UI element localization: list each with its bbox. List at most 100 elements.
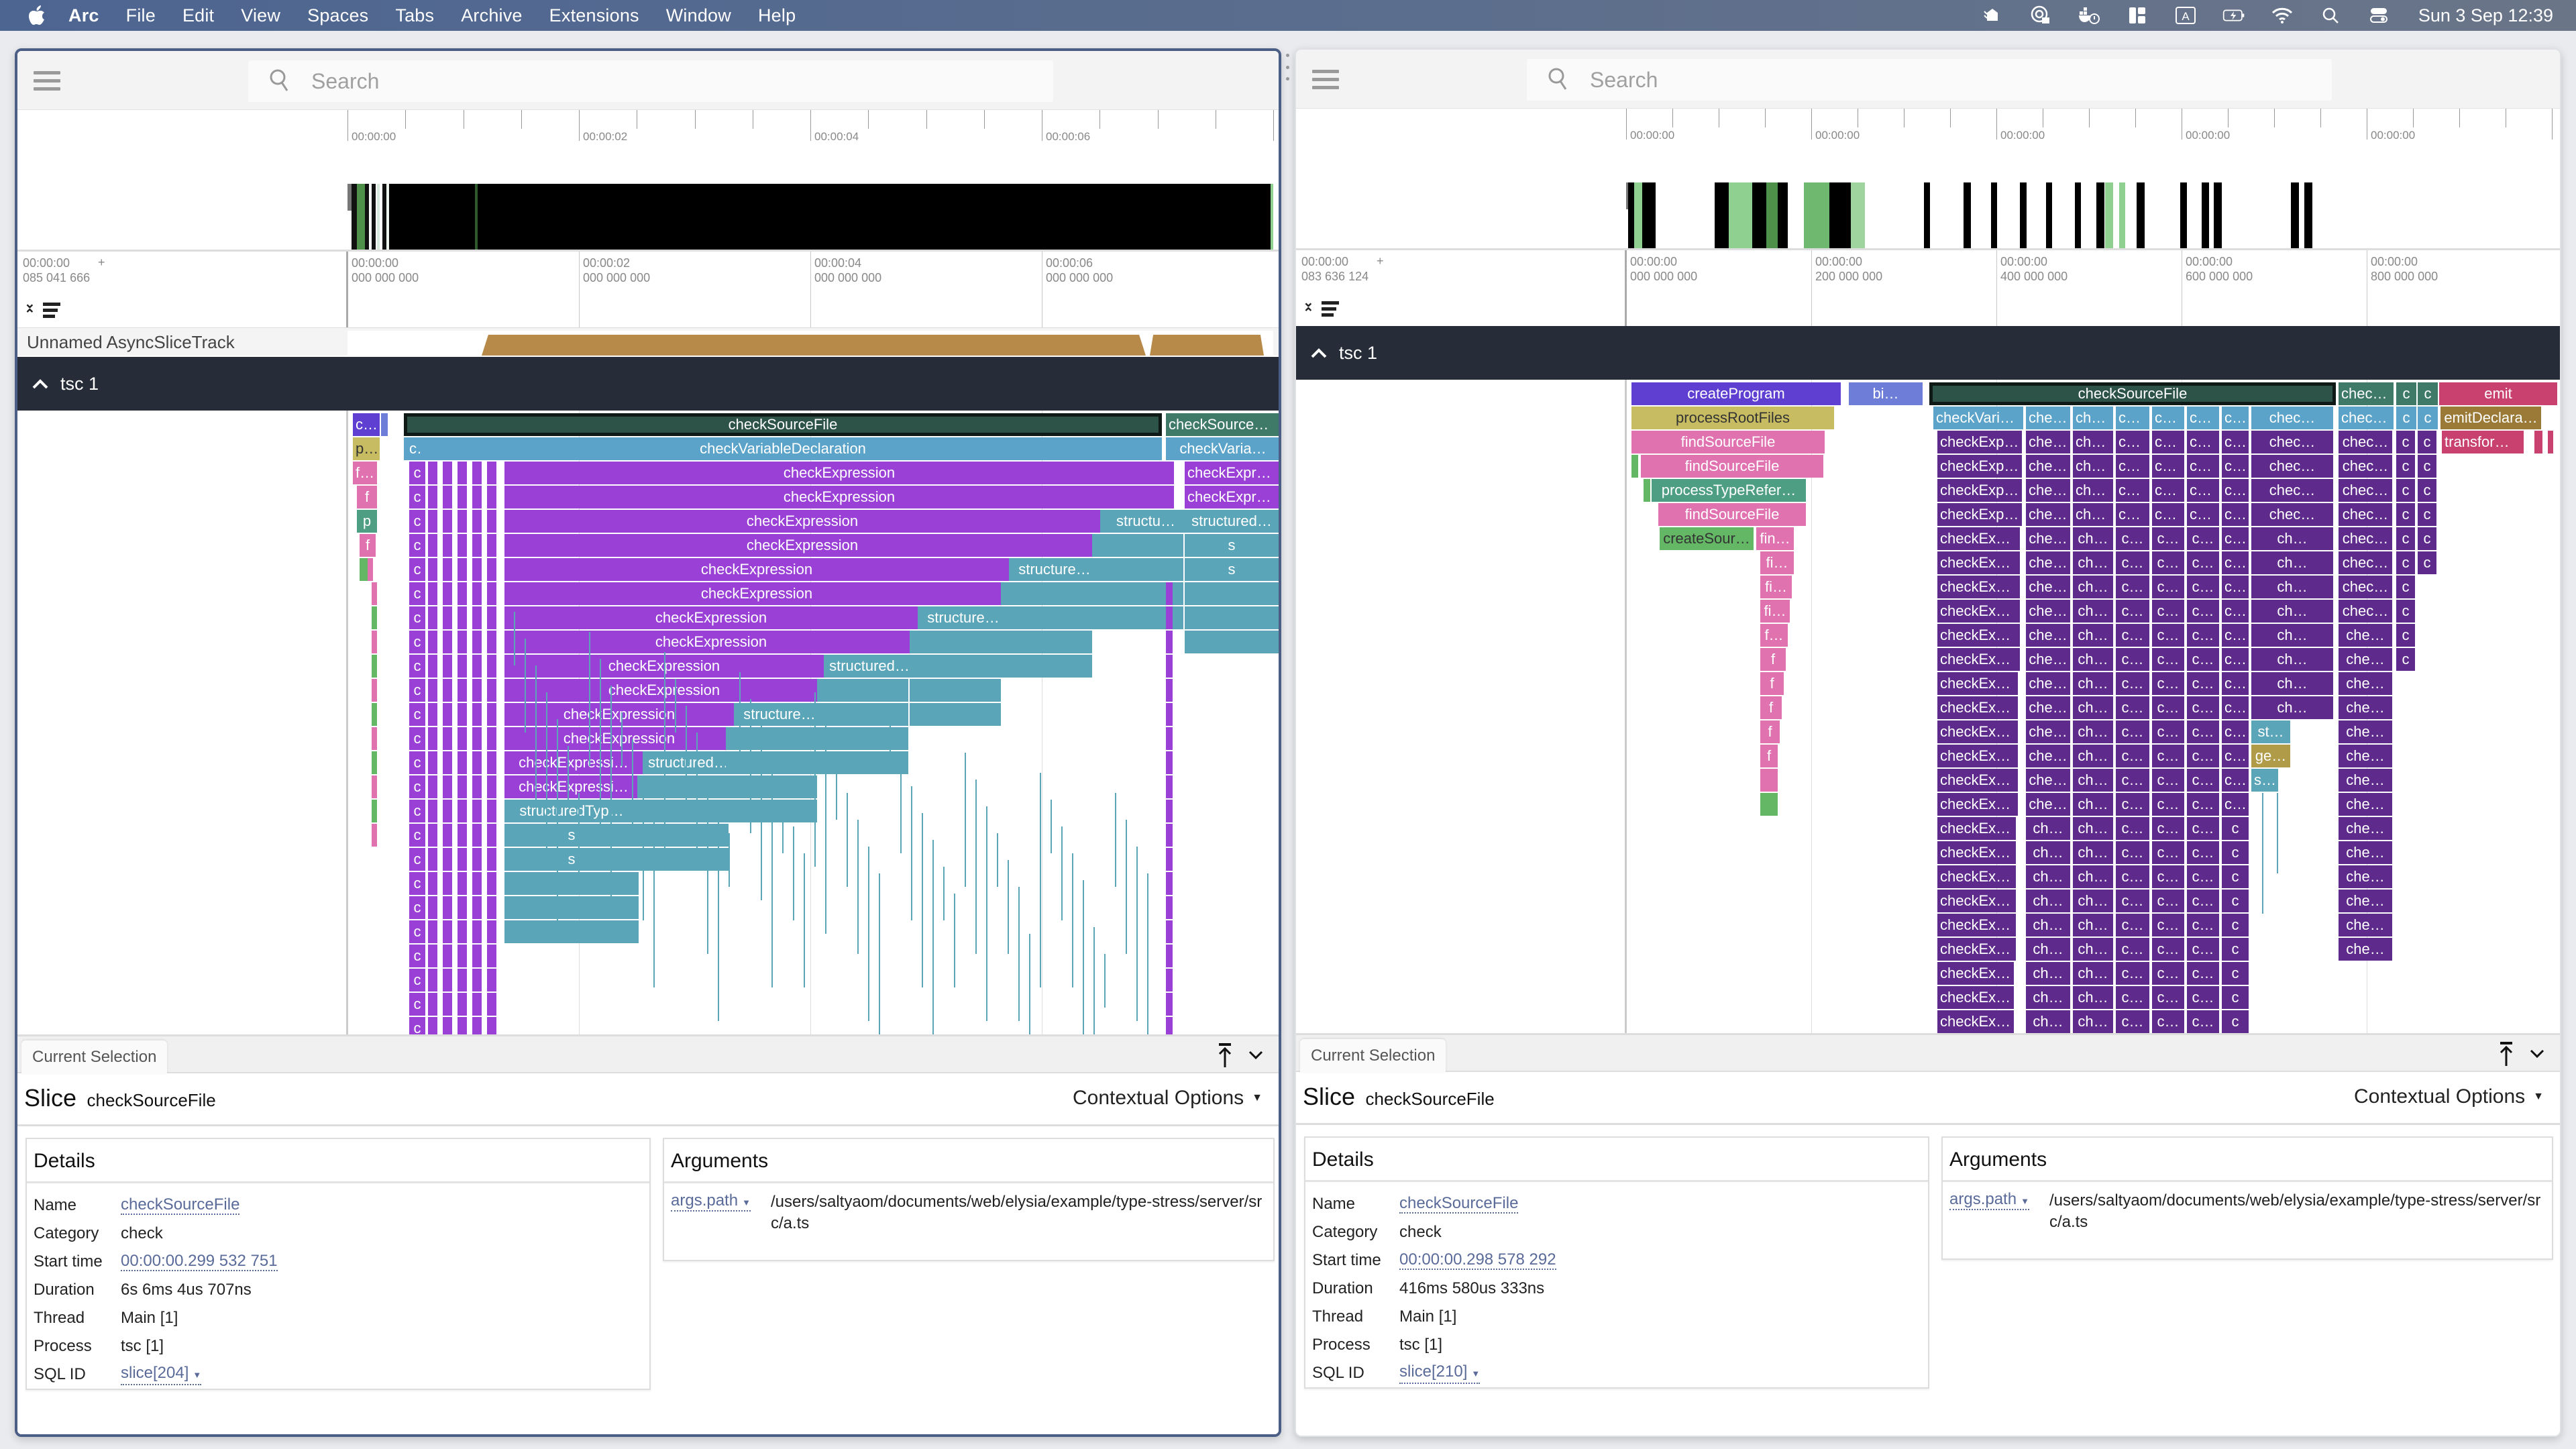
flame-slice[interactable] [428,582,437,605]
flame-slice[interactable]: che… [2339,841,2392,864]
flame-slice[interactable]: c… [2187,1010,2219,1033]
flame-slice[interactable]: structu… [1100,510,1191,533]
flame-slice[interactable]: structure… [918,606,1009,629]
flame-slice[interactable]: s [504,824,639,847]
flame-slice-thin[interactable] [2262,793,2263,914]
flame-slice[interactable]: ch… [2073,745,2113,767]
flame-slice[interactable]: c [409,534,425,557]
flame-slice[interactable] [458,969,467,991]
flame-slice[interactable]: che… [2339,938,2392,961]
flame-slice[interactable]: transform… [2442,431,2524,453]
search-input[interactable] [311,68,982,94]
flame-slice[interactable] [372,824,377,847]
flame-slice[interactable]: che… [2339,624,2392,647]
flame-slice[interactable] [1166,945,1173,967]
flame-slice[interactable]: c… [2152,793,2184,816]
flame-slice[interactable]: ch… [2116,431,2149,453]
flame-slice[interactable] [637,800,729,822]
flame-slice[interactable]: c… [2187,986,2219,1009]
flame-slice[interactable]: checkExpression [504,462,1174,484]
flame-slice[interactable]: c… [2222,793,2249,816]
flame-slice[interactable]: c… [2222,745,2249,767]
hamburger-menu-icon[interactable] [1312,67,1339,91]
flame-slice[interactable]: c… [2152,817,2184,840]
flame-slice[interactable] [1166,679,1173,702]
flame-slice[interactable]: chec… [2026,407,2070,429]
detail-value[interactable]: checkSourceFile [1399,1195,1519,1214]
flame-slice-thin[interactable] [514,612,515,665]
flame-slice[interactable] [472,558,482,581]
flame-slice[interactable] [428,703,437,726]
flame-slice[interactable]: c [409,703,425,726]
flame-slice[interactable]: f [360,534,376,557]
flame-slice[interactable]: c… [2152,769,2184,792]
flame-slice[interactable]: ch… [2026,938,2070,961]
flame-slice[interactable]: c [2222,986,2249,1009]
process-header[interactable]: tsc 1 [17,357,1279,411]
collapse-expand-all[interactable]: ⌄ ⌃ [24,297,71,323]
flame-slice[interactable]: chec… [2339,527,2392,550]
flame-slice[interactable]: che… [2026,624,2070,647]
wifi-icon[interactable] [2271,5,2294,25]
flame-slice[interactable]: c… [2222,431,2249,453]
flame-slice[interactable]: c [2418,527,2436,550]
flame-slice[interactable] [443,993,452,1016]
flame-slice[interactable] [472,945,482,967]
flame-slice[interactable]: c [2222,817,2249,840]
flame-slice[interactable]: ch… [2116,455,2149,478]
flame-slice[interactable]: ch… [2073,600,2113,623]
flame-slice[interactable] [443,824,452,847]
flame-slice[interactable]: f… [1760,624,1788,647]
vpn-lock-icon[interactable] [2029,5,2052,25]
async-track-lane[interactable] [347,331,1273,356]
apple-logo-icon[interactable] [25,4,48,27]
flame-slice-thin[interactable] [610,686,612,900]
flame-slice[interactable]: c… [2222,769,2249,792]
flame-slice[interactable] [372,751,377,774]
flame-slice[interactable] [458,655,467,678]
process-header[interactable]: tsc 1 [1296,326,2560,380]
flame-slice[interactable]: checkExpr… [1937,938,2016,961]
flame-slice[interactable]: ch… [2026,986,2070,1009]
flame-slice[interactable]: ch… [2152,407,2184,429]
flame-slice[interactable] [443,631,452,653]
flame-slice[interactable]: ch… [2187,479,2219,502]
flame-slice[interactable] [428,872,437,895]
flame-slice[interactable]: ch… [2073,938,2113,961]
flame-slice[interactable]: c… [2187,696,2219,719]
overview-cpu-bar[interactable] [1626,182,2555,250]
flame-slice[interactable]: chec… [2339,455,2392,478]
flame-slice-thin[interactable] [535,665,537,800]
flame-slice[interactable]: structure… [734,703,825,726]
flame-slice[interactable]: ch… [2251,576,2333,598]
flame-slice[interactable] [487,945,496,967]
flame-slice[interactable] [472,703,482,726]
flame-slice[interactable]: che… [2026,720,2070,743]
flame-slice[interactable]: fi… [1760,600,1790,623]
flame-slice[interactable]: c… [2222,720,2249,743]
flame-slice[interactable] [458,534,467,557]
flame-slice-thin[interactable] [1061,826,1063,920]
flame-slice[interactable] [1166,872,1173,895]
flame-slice[interactable]: ch… [2026,841,2070,864]
flame-slice[interactable] [1166,993,1173,1016]
flame-slice[interactable]: ch… [2073,672,2113,695]
flame-slice[interactable]: che… [2026,745,2070,767]
flame-slice[interactable] [443,751,452,774]
flame-slice[interactable]: c [409,800,425,822]
flame-slice[interactable]: chec… [2251,455,2333,478]
flame-slice[interactable]: ch… [2073,793,2113,816]
flame-slice[interactable]: checkExpre… [1937,696,2018,719]
flame-slice[interactable] [817,679,908,702]
flame-slice[interactable] [458,896,467,919]
flame-slice[interactable]: c… [2152,890,2184,912]
flame-slice[interactable] [472,969,482,991]
flame-slice[interactable]: ch… [2251,624,2333,647]
flame-slice-thin[interactable] [568,746,569,800]
flame-slice[interactable]: ge… [2251,745,2290,767]
flame-slice[interactable]: c [2396,624,2415,647]
flame-slice[interactable]: c… [2116,745,2149,767]
selected-slice-checkSourceFile[interactable]: checkSourceFile [1929,382,2336,405]
flame-slice[interactable]: c… [2222,503,2249,526]
flame-slice[interactable]: c [409,655,425,678]
